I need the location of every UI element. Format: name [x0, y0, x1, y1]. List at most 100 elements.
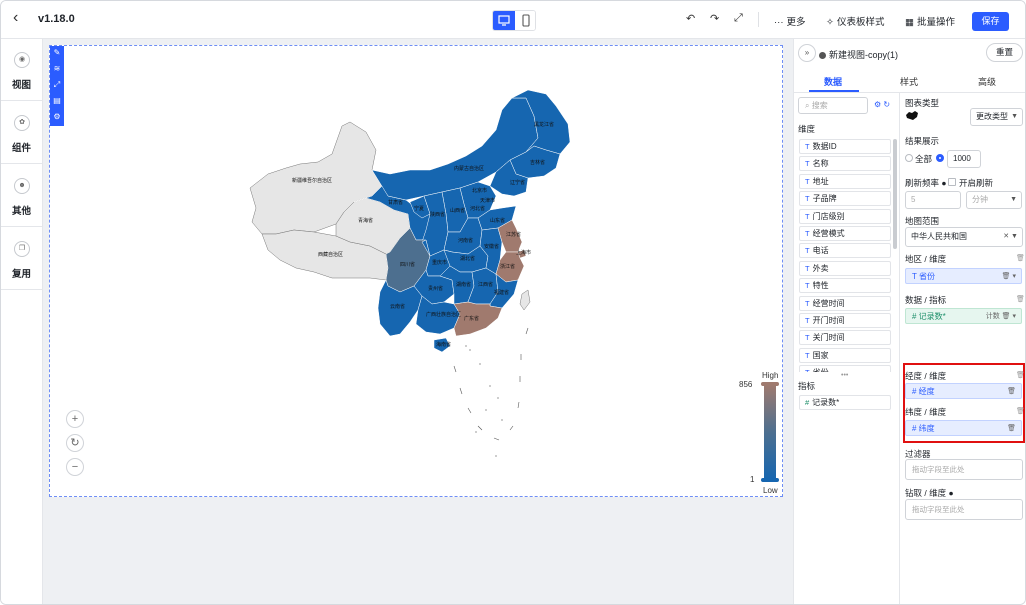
province-label: 广西壮族自治区: [426, 311, 461, 318]
aggregation-control[interactable]: 计数 🗑 ▾: [986, 309, 1016, 325]
text-type-icon: T: [805, 333, 810, 343]
dimension-field[interactable]: T 名称: [799, 156, 891, 172]
dimension-field[interactable]: T 子品牌: [799, 191, 891, 207]
resize-handle[interactable]: •••: [841, 372, 848, 379]
region-field-pill[interactable]: T 省份 🗑 ▾: [905, 268, 1022, 284]
map-widget[interactable]: 新疆维吾尔自治区 西藏自治区 青海省 甘肃省 四川省 云南省 内蒙古自治区 黑龙江省 吉林省 辽宁…: [49, 45, 783, 497]
more-label: 更多: [786, 17, 806, 28]
dimension-field-label: 特性: [812, 281, 829, 291]
dimension-field[interactable]: T 开门时间: [799, 312, 891, 328]
other-icon: ☻: [14, 178, 30, 194]
tab-advanced[interactable]: 高级: [978, 75, 996, 88]
redo-icon[interactable]: ↷: [710, 12, 719, 25]
trash-icon[interactable]: 🗑: [1016, 407, 1025, 415]
trash-icon[interactable]: 🗑: [1007, 384, 1016, 400]
filter-dropzone[interactable]: 拖动字段至此处: [905, 459, 1023, 480]
province-label: 陕西省: [430, 211, 445, 218]
more-button[interactable]: ··· 更多: [774, 14, 806, 28]
dimension-field[interactable]: T 特性: [799, 278, 891, 294]
dimension-field[interactable]: T 国家: [799, 347, 891, 363]
left-rail: ◉ 视图 ✿ 组件 ☻ 其他 ❐ 复用: [1, 39, 43, 604]
search-settings-icon[interactable]: ⚙ ↻: [874, 100, 890, 109]
reuse-icon: ❐: [14, 241, 30, 257]
tab-data[interactable]: 数据: [824, 75, 842, 88]
trash-icon[interactable]: 🗑: [1016, 371, 1025, 379]
reset-zoom-button[interactable]: ↻: [66, 434, 84, 452]
province-label: 甘肃省: [388, 199, 403, 206]
zoom-out-button[interactable]: −: [66, 458, 84, 476]
rail-item-other[interactable]: ☻ 其他: [1, 165, 42, 227]
map-range-select[interactable]: 中华人民共和国 ✕ ▼: [905, 227, 1023, 247]
edit-icon[interactable]: ✎: [52, 48, 62, 58]
dimension-field[interactable]: T 电话: [799, 243, 891, 259]
maximize-icon[interactable]: ⤢: [52, 80, 62, 90]
reset-button[interactable]: 重置: [986, 43, 1023, 62]
fullscreen-icon[interactable]: ⤢: [734, 12, 743, 25]
latitude-field-pill[interactable]: # 纬度 🗑: [905, 420, 1022, 436]
dimension-field[interactable]: T 经营时间: [799, 295, 891, 311]
desktop-icon: [498, 15, 510, 26]
active-tab-indicator: [809, 90, 859, 92]
text-type-icon: T: [805, 263, 810, 273]
rail-item-component[interactable]: ✿ 组件: [1, 102, 42, 164]
zoom-in-button[interactable]: +: [66, 410, 84, 428]
rail-item-reuse[interactable]: ❐ 复用: [1, 228, 42, 290]
dimension-field-label: 数据ID: [812, 142, 837, 151]
dimension-field[interactable]: T 门店级别: [799, 208, 891, 224]
batch-operation-button[interactable]: ▦ 批量操作: [905, 14, 955, 28]
trash-icon[interactable]: 🗑: [1007, 421, 1016, 437]
province-label: 吉林省: [530, 159, 545, 166]
back-arrow-icon[interactable]: ‹: [13, 10, 29, 27]
drill-dropzone[interactable]: 拖动字段至此处: [905, 499, 1023, 520]
number-type-icon: #: [805, 398, 810, 407]
export-icon[interactable]: ▤: [52, 96, 62, 106]
result-all-radio[interactable]: [905, 154, 913, 162]
province-label: 上海市: [516, 249, 531, 256]
trash-chevron-icon[interactable]: 🗑 ▾: [1002, 269, 1016, 285]
auto-refresh-checkbox[interactable]: [948, 178, 956, 186]
save-button[interactable]: 保存: [972, 12, 1009, 31]
province-label: 贵州省: [428, 285, 443, 292]
province-taiwan[interactable]: [519, 289, 531, 311]
field-list-scrollbar[interactable]: [893, 139, 897, 249]
longitude-field-pill[interactable]: # 经度 🗑: [905, 383, 1022, 399]
map-chart-thumbnail-icon[interactable]: [905, 110, 919, 122]
field-search-input[interactable]: ⌕ 搜索: [798, 97, 868, 114]
trash-icon[interactable]: 🗑: [1016, 295, 1025, 303]
dimension-field-label: 地址: [812, 176, 829, 186]
map-range-value: 中华人民共和国: [911, 232, 967, 241]
dashboard-style-button[interactable]: ✧ 仪表板样式: [826, 14, 884, 28]
province-label: 河南省: [458, 237, 473, 244]
province-label: 云南省: [390, 303, 405, 310]
result-count-radio[interactable]: [936, 154, 944, 162]
metric-field[interactable]: # 记录数*: [799, 395, 891, 410]
data-field-pill[interactable]: # 记录数* 计数 🗑 ▾: [905, 308, 1022, 324]
dimension-field[interactable]: T 关门时间: [799, 330, 891, 346]
chevron-down-icon: ▼: [1011, 113, 1018, 120]
tab-style[interactable]: 样式: [900, 75, 918, 88]
legend-min-handle[interactable]: [761, 478, 779, 482]
dimension-field[interactable]: T 数据ID: [799, 139, 891, 154]
dimension-field[interactable]: T 经营模式: [799, 225, 891, 241]
change-type-select[interactable]: 更改类型 ▼: [970, 108, 1023, 126]
settings-icon[interactable]: ⚙: [52, 112, 62, 122]
dimension-field[interactable]: T省份: [799, 365, 891, 372]
style-icon: ✧: [826, 17, 834, 28]
trash-icon[interactable]: 🗑: [1016, 254, 1025, 262]
rail-item-view[interactable]: ◉ 视图: [1, 39, 42, 101]
province-label: 山西省: [450, 207, 465, 214]
mobile-view-button[interactable]: [515, 11, 535, 30]
result-count-input[interactable]: 1000: [947, 150, 981, 168]
aggregation-text: 计数: [985, 313, 1000, 320]
bind-data-icon[interactable]: ≋: [52, 64, 62, 74]
refresh-unit-select[interactable]: 分钟 ▼: [966, 191, 1022, 209]
dimension-field[interactable]: T 地址: [799, 173, 891, 189]
province-label: 四川省: [400, 261, 415, 268]
refresh-interval-input[interactable]: 5: [905, 191, 961, 209]
collapse-panel-icon[interactable]: »: [798, 44, 816, 62]
text-type-icon: T: [805, 142, 810, 151]
legend-color-bar: [764, 384, 776, 480]
dimension-field[interactable]: T 外卖: [799, 260, 891, 276]
desktop-view-button[interactable]: [493, 11, 515, 30]
undo-icon[interactable]: ↶: [686, 12, 695, 25]
